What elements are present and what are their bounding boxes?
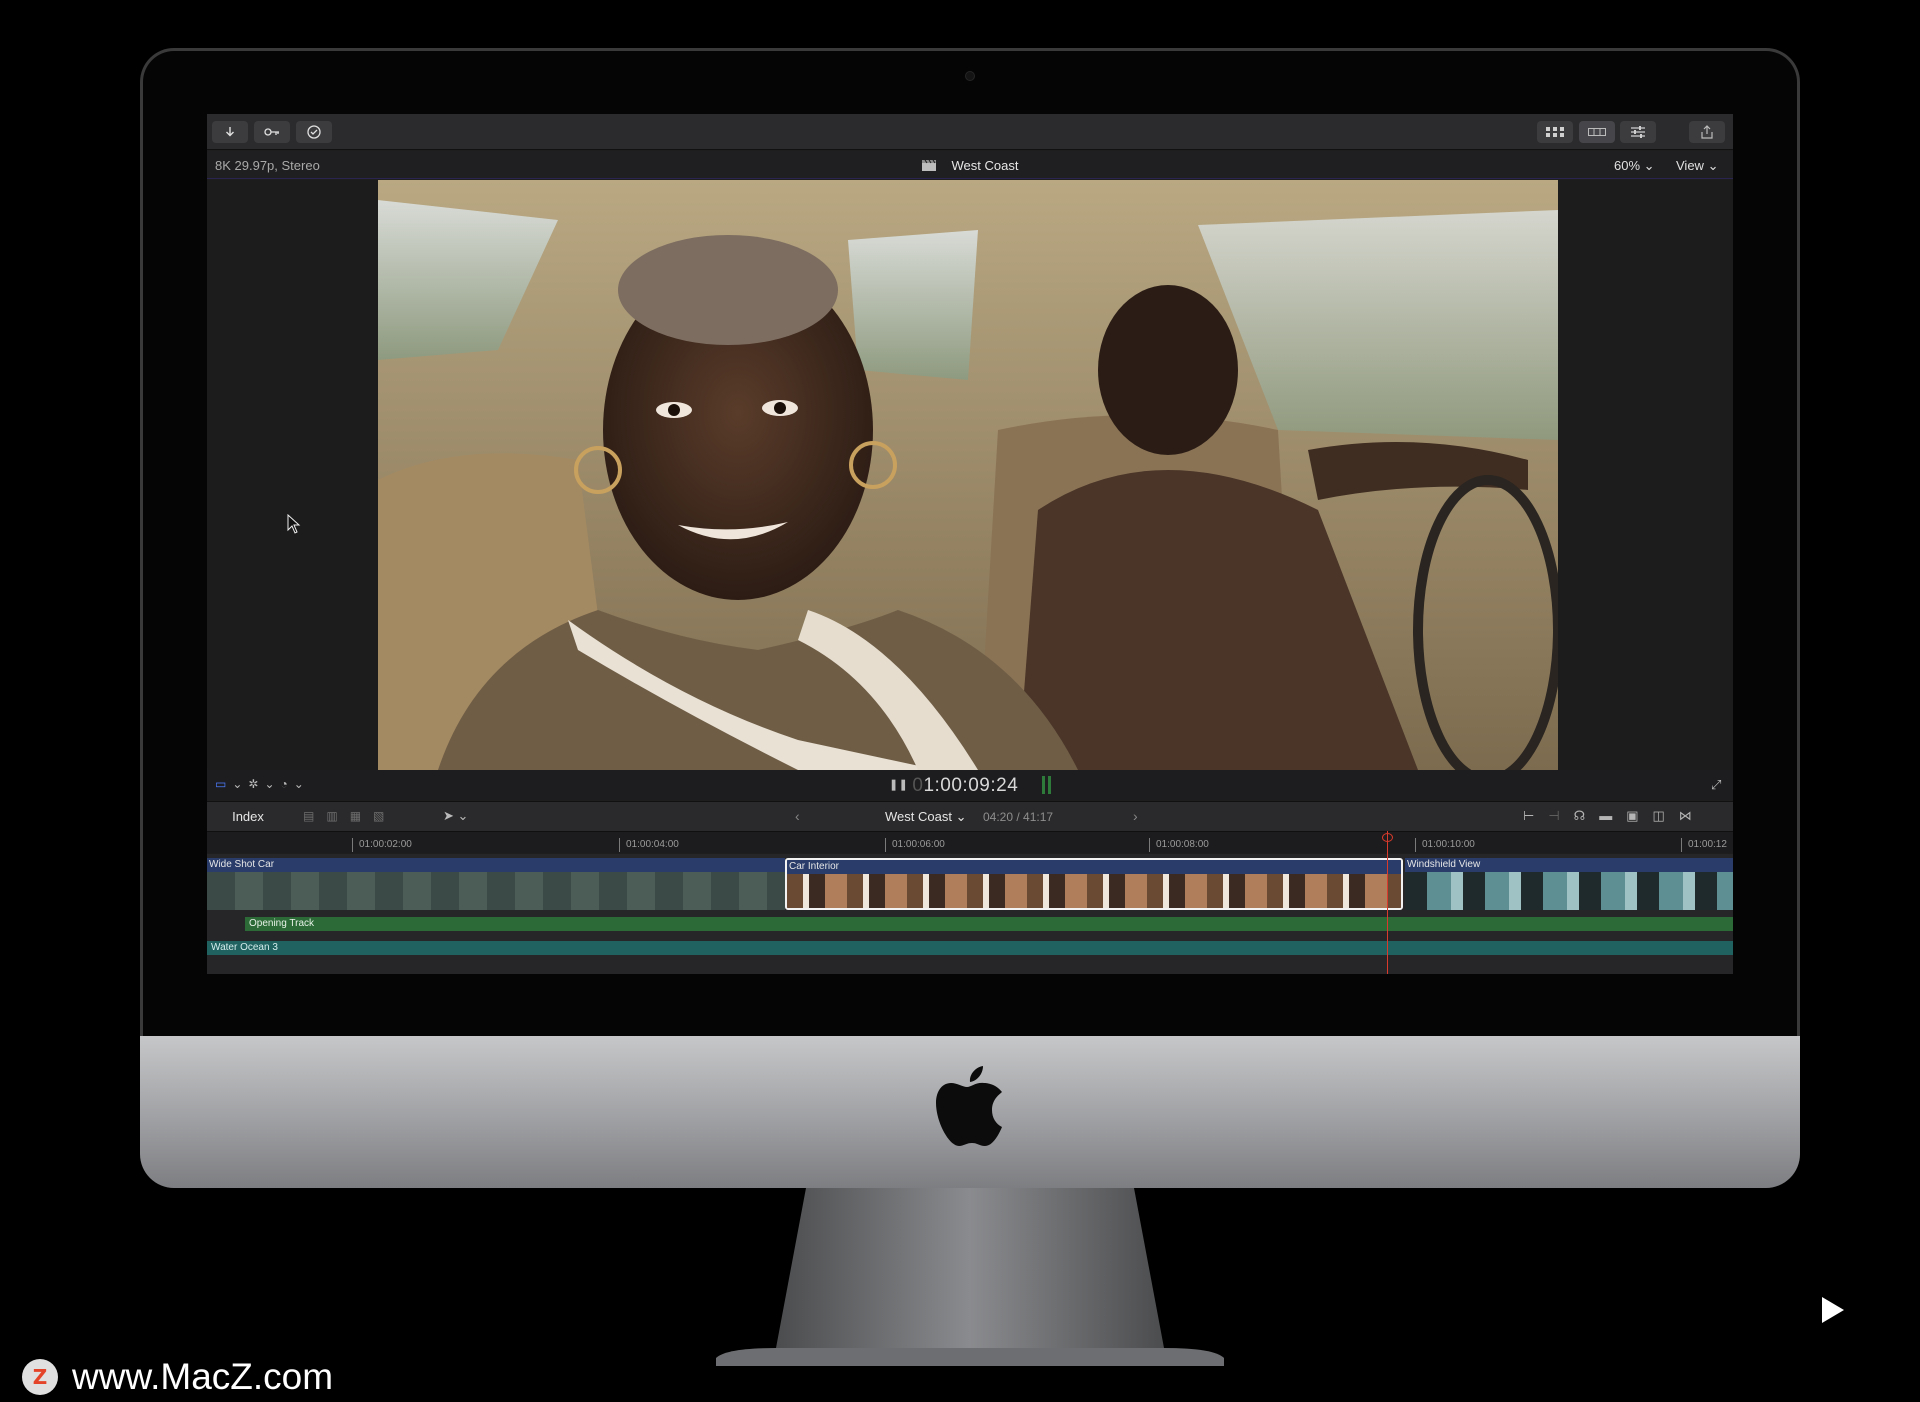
chevron-down-icon: ⌄ xyxy=(1643,158,1655,173)
chevron-left-icon[interactable]: ‹ xyxy=(795,808,800,824)
viewer-title: West Coast xyxy=(207,158,1733,173)
clip-title: Wide Shot Car xyxy=(207,858,785,872)
project-duration: 04:20 / 41:17 xyxy=(983,810,1054,824)
clip-appearance-icon[interactable]: ◫ xyxy=(1653,808,1665,824)
timeline-view-icon[interactable] xyxy=(1579,121,1615,143)
chevron-right-icon[interactable]: › xyxy=(1133,808,1138,824)
timecode-value: 1:00:09:24 xyxy=(923,775,1019,796)
zoom-value: 60% xyxy=(1614,158,1641,173)
toolbar xyxy=(207,114,1733,150)
timeline-options: ⊢ ⊣ ☊ ▬ ▣ ◫ ⋈ xyxy=(1523,808,1692,824)
apple-logo-icon xyxy=(936,1066,1002,1146)
zoom-menu[interactable]: 60% ⌄ xyxy=(1614,158,1655,174)
ruler-tick: 01:00:08:00 xyxy=(1149,838,1209,852)
clip-filmstrip xyxy=(207,872,785,910)
effects-browser-icon[interactable]: ⋈ xyxy=(1679,808,1692,824)
video-frame[interactable] xyxy=(378,180,1558,770)
timeline-ruler[interactable]: 01:00:02:00 01:00:04:00 01:00:06:00 01:0… xyxy=(207,831,1733,853)
pause-icon[interactable]: ❚❚ xyxy=(889,778,908,791)
import-icon[interactable] xyxy=(212,121,248,143)
watermark: Z www.MacZ.com xyxy=(22,1356,333,1398)
imac-stand xyxy=(716,1188,1224,1366)
final-cut-window: 8K 29.97p, Stereo West Coast 60% ⌄ View … xyxy=(207,114,1733,974)
clip-car-interior[interactable]: Car Interior xyxy=(785,858,1403,910)
clip-title: Car Interior xyxy=(787,860,1401,874)
timecode-leading: 0 xyxy=(912,775,924,796)
project-name: West Coast xyxy=(885,809,952,824)
playhead-handle[interactable] xyxy=(1382,833,1393,842)
viewer-header: 8K 29.97p, Stereo West Coast 60% ⌄ View … xyxy=(207,151,1733,179)
camera-icon xyxy=(965,71,975,81)
viewer-controls: ▭ ⌄ ✲ ⌄ ◔ ⌄ ❚❚ 01:00:09:24 ⤢ xyxy=(207,770,1733,800)
view-menu[interactable]: View ⌄ xyxy=(1676,158,1718,174)
audio-clip-water-ocean[interactable]: Water Ocean 3 xyxy=(207,941,1733,955)
ruler-tick: 01:00:04:00 xyxy=(619,838,679,852)
inspector-icon[interactable] xyxy=(1620,121,1656,143)
timecode-display[interactable]: ❚❚ 01:00:09:24 xyxy=(207,775,1733,797)
timeline-tracks[interactable]: Wide Shot Car Car Interior Windshield Vi… xyxy=(207,854,1733,974)
audio-clip-opening-track[interactable]: Opening Track xyxy=(245,917,1733,931)
audio-meter-icon xyxy=(1048,776,1052,794)
ruler-tick: 01:00:10:00 xyxy=(1415,838,1475,852)
view-label: View xyxy=(1676,158,1704,173)
skimming-icon[interactable]: ⊢ xyxy=(1523,808,1534,824)
clip-windshield-view[interactable]: Windshield View xyxy=(1405,858,1733,910)
select-tool-icon[interactable]: ➤ ⌄ xyxy=(443,808,468,824)
video-still-image xyxy=(378,180,1558,770)
overwrite-clip-icon[interactable]: ▧ xyxy=(373,809,384,823)
clip-filmstrip xyxy=(787,874,1401,908)
insert-clip-icon[interactable]: ▥ xyxy=(326,809,337,823)
headphones-icon[interactable]: ☊ xyxy=(1574,808,1586,824)
edit-tools: ▤ ▥ ▦ ▧ xyxy=(303,809,384,823)
index-button[interactable]: Index xyxy=(217,807,279,827)
watermark-text: www.MacZ.com xyxy=(72,1356,334,1397)
clapper-icon xyxy=(921,160,936,171)
viewer-title-text: West Coast xyxy=(951,158,1019,173)
audio-meter-icon xyxy=(1042,776,1046,794)
project-name-menu[interactable]: West Coast ⌄ xyxy=(885,809,966,825)
macz-logo-icon: Z xyxy=(22,1359,58,1395)
ruler-tick: 01:00:12 xyxy=(1681,838,1727,852)
play-icon[interactable] xyxy=(1822,1297,1844,1323)
fullscreen-icon[interactable]: ⤢ xyxy=(1711,777,1721,793)
timeline-toolbar: Index ▤ ▥ ▦ ▧ ➤ ⌄ ‹ West Coast ⌄ 04:20 /… xyxy=(207,801,1733,831)
clip-wide-shot-car[interactable]: Wide Shot Car xyxy=(207,858,785,910)
ruler-tick: 01:00:02:00 xyxy=(352,838,412,852)
append-clip-icon[interactable]: ▦ xyxy=(350,809,361,823)
snapping-icon[interactable]: ▣ xyxy=(1626,808,1638,824)
solo-icon[interactable]: ▬ xyxy=(1599,808,1612,824)
clip-title: Windshield View xyxy=(1405,858,1733,872)
chevron-down-icon: ⌄ xyxy=(1707,158,1719,173)
keyword-icon[interactable] xyxy=(254,121,290,143)
browser-view-icon[interactable] xyxy=(1537,121,1573,143)
clip-filmstrip xyxy=(1405,872,1733,910)
connect-clip-icon[interactable]: ▤ xyxy=(303,809,314,823)
audio-skimming-icon[interactable]: ⊣ xyxy=(1548,808,1559,824)
playhead[interactable] xyxy=(1387,831,1388,974)
viewer[interactable] xyxy=(207,180,1733,770)
share-icon[interactable] xyxy=(1689,121,1725,143)
background-tasks-icon[interactable] xyxy=(296,121,332,143)
mouse-cursor-icon xyxy=(287,514,301,534)
ruler-tick: 01:00:06:00 xyxy=(885,838,945,852)
chevron-down-icon: ⌄ xyxy=(955,809,967,824)
